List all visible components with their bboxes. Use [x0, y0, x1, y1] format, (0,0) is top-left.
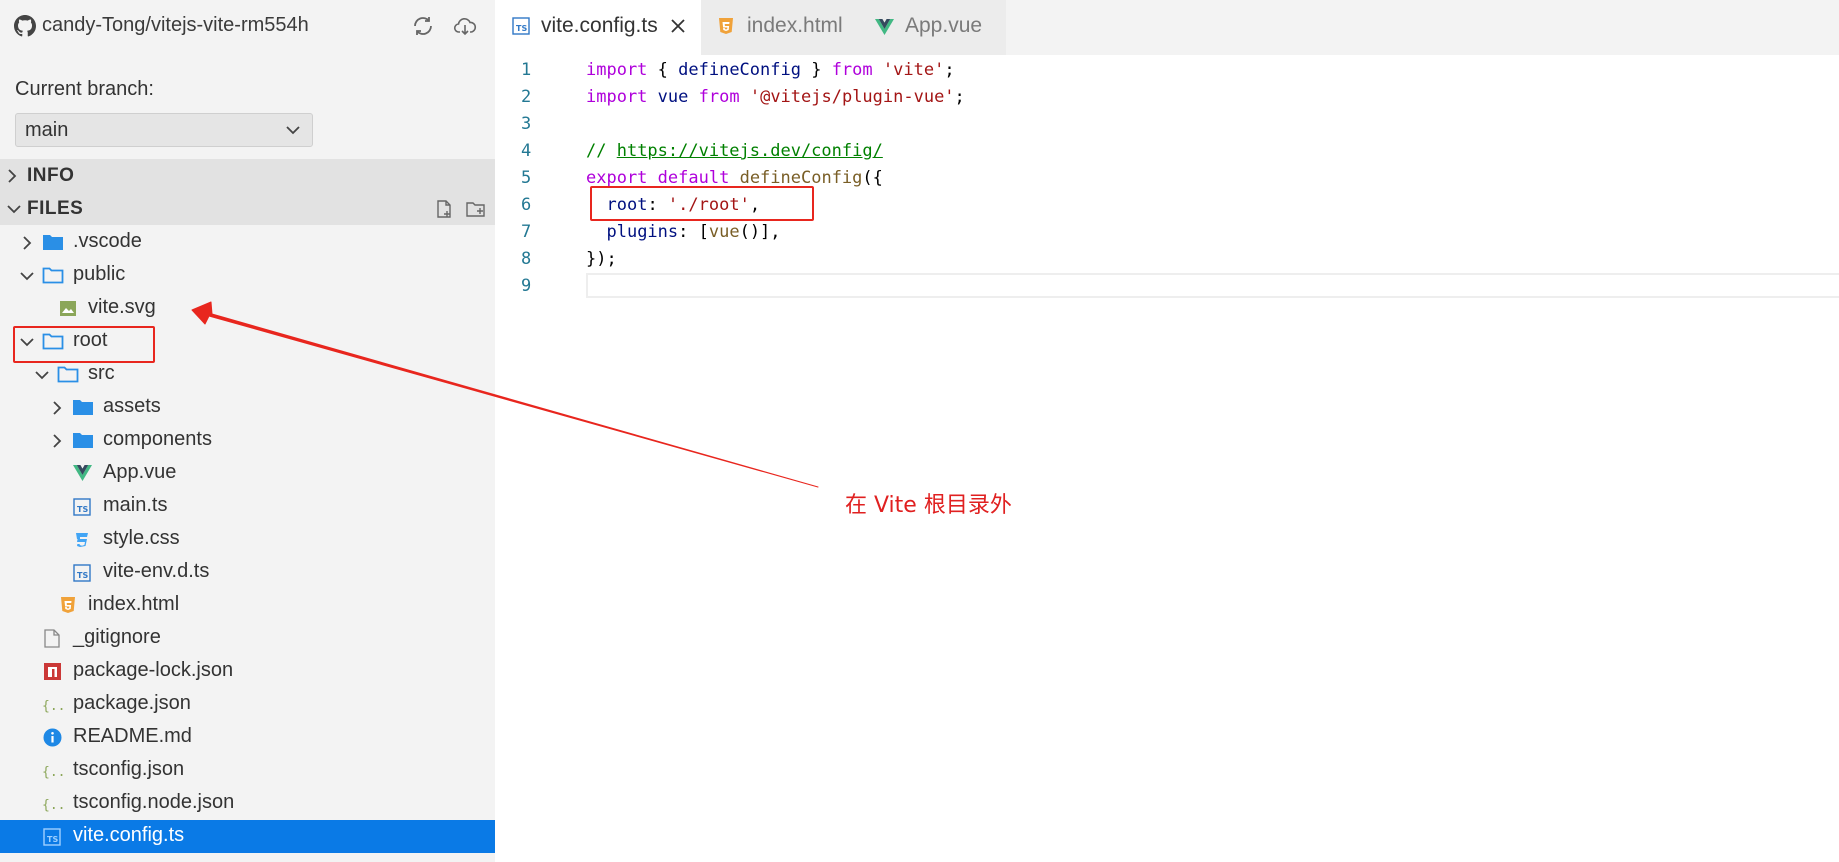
annotation-label: 在 Vite 根目录外 — [845, 493, 1012, 518]
annotation-arrow — [191, 301, 819, 488]
